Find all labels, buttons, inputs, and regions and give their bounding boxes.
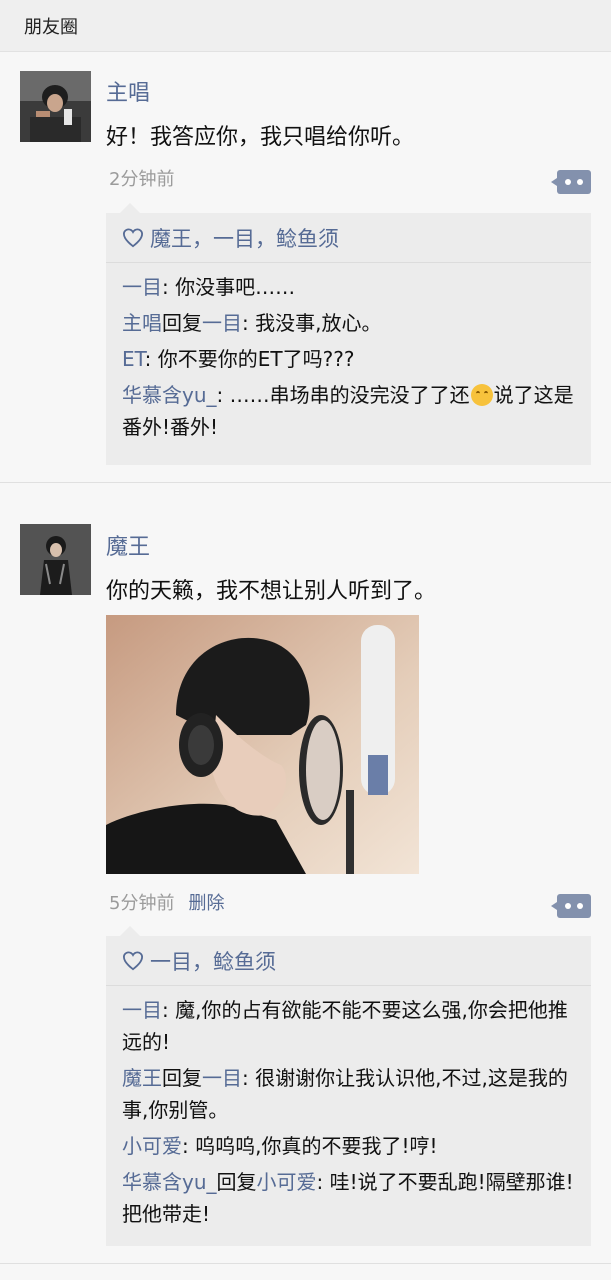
comment-author[interactable]: 小可爱 xyxy=(122,1134,182,1158)
post-author[interactable]: 魔王 xyxy=(106,529,150,561)
upside-down-face-emoji xyxy=(470,384,493,406)
comment-item[interactable]: 一目: 魔,你的占有欲能不能不要这么强,你会把他推远的! xyxy=(122,994,575,1058)
post-author[interactable]: 主唱 xyxy=(106,75,150,107)
page-title: 朋友圈 xyxy=(24,16,78,38)
likes-names[interactable]: 一目，鲶鱼须 xyxy=(150,946,276,976)
comment-item[interactable]: 小可爱: 呜呜呜,你真的不要我了!哼! xyxy=(122,1130,575,1162)
comment-reply-to[interactable]: 一目 xyxy=(202,1066,242,1090)
comment-author[interactable]: 华慕含yu_ xyxy=(122,383,217,407)
more-actions-button[interactable] xyxy=(551,894,591,918)
comment-text: 呜呜呜,你真的不要我了!哼! xyxy=(195,1134,438,1158)
comment-item[interactable]: 华慕含yu_回复小可爱: 哇!说了不要乱跑!隔壁那谁!把他带走! xyxy=(122,1166,575,1230)
dot-icon xyxy=(577,179,583,185)
dot-icon xyxy=(565,179,571,185)
likes-row: 一目，鲶鱼须 xyxy=(106,936,591,986)
heart-icon xyxy=(122,950,144,970)
timestamp: 5分钟前 xyxy=(109,893,175,914)
post-photo[interactable] xyxy=(106,615,419,874)
comment-text: ……串场串的没完没了了还 xyxy=(229,383,470,407)
comment-text: 你不要你的ET了吗??? xyxy=(157,347,355,371)
timestamp: 2分钟前 xyxy=(109,169,175,190)
avatar[interactable] xyxy=(20,524,91,595)
comment-author[interactable]: 华慕含yu_ xyxy=(122,1170,217,1194)
top-bar: 朋友圈 xyxy=(0,0,611,52)
moment-post: 魔王 你的天籁，我不想让别人听到了。 5分钟前 删除 一目，鲶鱼须 一目: 魔,… xyxy=(0,483,611,1263)
likes-row: 魔王，一目，鲶鱼须 xyxy=(106,213,591,263)
comment-author[interactable]: 一目 xyxy=(122,275,162,299)
interaction-panel: 魔王，一目，鲶鱼须 一目: 你没事吧…… 主唱回复一目: 我没事,放心。 ET:… xyxy=(106,203,591,465)
post-time: 2分钟前 xyxy=(109,165,174,191)
comment-item[interactable]: 主唱回复一目: 我没事,放心。 xyxy=(122,307,575,339)
post-time: 5分钟前 删除 xyxy=(109,889,224,915)
likes-names[interactable]: 魔王，一目，鲶鱼须 xyxy=(150,223,339,253)
avatar[interactable] xyxy=(20,71,91,142)
interaction-panel: 一目，鲶鱼须 一目: 魔,你的占有欲能不能不要这么强,你会把他推远的! 魔王回复… xyxy=(106,926,591,1248)
comment-author[interactable]: ET xyxy=(122,347,145,371)
post-text: 好！我答应你，我只唱给你听。 xyxy=(106,125,415,150)
comment-author[interactable]: 主唱 xyxy=(122,311,162,335)
comment-item[interactable]: 华慕含yu_: ……串场串的没完没了了还 说了这是番外!番外! xyxy=(122,379,575,443)
post-text: 你的天籁，我不想让别人听到了。 xyxy=(106,579,437,604)
dot-icon xyxy=(577,903,583,909)
comment-item[interactable]: ET: 你不要你的ET了吗??? xyxy=(122,343,575,375)
comment-text: 我没事,放心。 xyxy=(255,311,382,335)
dot-icon xyxy=(565,903,571,909)
comment-list: 一目: 魔,你的占有欲能不能不要这么强,你会把他推远的! 魔王回复一目: 很谢谢… xyxy=(106,986,591,1248)
comment-text: 你没事吧…… xyxy=(175,275,296,299)
comment-author[interactable]: 魔王 xyxy=(122,1066,162,1090)
comment-item[interactable]: 一目: 你没事吧…… xyxy=(122,271,575,303)
post-divider xyxy=(0,1263,611,1264)
comment-item[interactable]: 魔王回复一目: 很谢谢你让我认识他,不过,这是我的事,你别管。 xyxy=(122,1062,575,1126)
comment-text: 魔,你的占有欲能不能不要这么强,你会把他推远的! xyxy=(122,998,568,1054)
heart-icon xyxy=(122,227,144,247)
more-actions-button[interactable] xyxy=(551,170,591,194)
delete-button[interactable]: 删除 xyxy=(188,893,224,914)
comment-reply-to[interactable]: 小可爱 xyxy=(257,1170,317,1194)
comment-author[interactable]: 一目 xyxy=(122,998,162,1022)
moment-post: 主唱 好！我答应你，我只唱给你听。 2分钟前 魔王，一目，鲶鱼须 一目: 你没事… xyxy=(0,53,611,482)
comment-list: 一目: 你没事吧…… 主唱回复一目: 我没事,放心。 ET: 你不要你的ET了吗… xyxy=(106,263,591,461)
comment-reply-to[interactable]: 一目 xyxy=(202,311,242,335)
